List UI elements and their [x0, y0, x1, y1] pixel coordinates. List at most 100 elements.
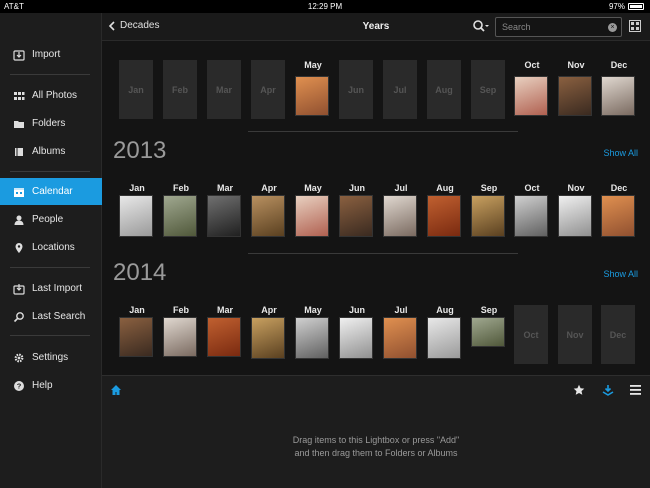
month-cell[interactable]: Mar: [207, 183, 243, 237]
month-cell[interactable]: Feb: [163, 60, 199, 119]
month-thumbnail[interactable]: [339, 195, 373, 237]
month-cell[interactable]: Oct: [514, 60, 550, 116]
sidebar-item-help[interactable]: ? Help: [0, 372, 102, 399]
month-thumbnail[interactable]: [471, 317, 505, 347]
sidebar-item-last-search[interactable]: Last Search: [0, 303, 102, 330]
month-cell[interactable]: Sep: [471, 183, 507, 237]
month-cell[interactable]: Jan: [119, 305, 155, 357]
month-cell[interactable]: Apr: [251, 60, 287, 119]
month-thumbnail[interactable]: [427, 317, 461, 359]
month-thumbnail[interactable]: [558, 76, 592, 116]
lightbox-hint-line: Drag items to this Lightbox or press "Ad…: [292, 435, 460, 445]
row-divider: [248, 131, 518, 132]
month-cell[interactable]: Nov: [558, 183, 594, 237]
month-thumbnail[interactable]: [514, 76, 548, 116]
month-cell[interactable]: Apr: [251, 183, 287, 237]
month-label: Jul: [394, 305, 408, 315]
empty-month-placeholder: Nov: [558, 305, 592, 364]
sidebar-item-label: Locations: [32, 242, 75, 253]
month-thumbnail[interactable]: [251, 317, 285, 359]
month-thumbnail[interactable]: [471, 195, 505, 237]
month-cell[interactable]: Jul: [383, 183, 419, 237]
month-thumbnail[interactable]: [427, 195, 461, 237]
month-cell[interactable]: Jan: [119, 183, 155, 237]
download-icon[interactable]: [602, 384, 614, 396]
month-label: Dec: [610, 183, 628, 193]
month-cell[interactable]: Jan: [119, 60, 155, 119]
month-thumbnail[interactable]: [339, 317, 373, 359]
month-cell[interactable]: Feb: [163, 183, 199, 237]
month-cell[interactable]: Oct: [514, 305, 550, 364]
month-cell[interactable]: Jun: [339, 305, 375, 359]
month-thumbnail[interactable]: [207, 195, 241, 237]
show-all-link[interactable]: Show All: [603, 148, 638, 158]
month-label: Jan: [129, 183, 145, 193]
show-all-link[interactable]: Show All: [603, 269, 638, 279]
month-label: Sep: [480, 305, 498, 315]
menu-icon[interactable]: [630, 385, 641, 395]
month-cell[interactable]: Jun: [339, 183, 375, 237]
month-cell[interactable]: May: [295, 60, 331, 116]
month-cell[interactable]: Feb: [163, 305, 199, 357]
month-thumbnail[interactable]: [295, 317, 329, 359]
month-thumbnail[interactable]: [163, 195, 197, 237]
month-cell[interactable]: Jul: [383, 60, 419, 119]
sidebar-item-albums[interactable]: Albums: [0, 138, 102, 165]
month-thumbnail[interactable]: [295, 76, 329, 116]
month-cell[interactable]: Nov: [558, 60, 594, 116]
back-to-decades-button[interactable]: Decades: [108, 20, 159, 31]
month-thumbnail[interactable]: [207, 317, 241, 357]
sidebar-item-label: All Photos: [32, 90, 78, 101]
month-label: May: [304, 183, 322, 193]
month-cell[interactable]: Nov: [558, 305, 594, 364]
month-thumbnail[interactable]: [558, 195, 592, 237]
month-cell[interactable]: Aug: [427, 305, 463, 359]
search-options-icon[interactable]: [472, 19, 490, 33]
lightbox-hint-line: and then drag them to Folders or Albums: [294, 448, 458, 458]
grid-view-icon[interactable]: [629, 20, 641, 32]
month-thumbnail[interactable]: [601, 195, 635, 237]
grid-icon: [12, 89, 25, 102]
sidebar-item-folders[interactable]: Folders: [0, 110, 102, 137]
month-thumbnail[interactable]: [295, 195, 329, 237]
month-cell[interactable]: Aug: [427, 60, 463, 119]
month-thumbnail[interactable]: [514, 195, 548, 237]
home-icon[interactable]: [110, 384, 122, 396]
month-label: Apr: [261, 305, 277, 315]
month-cell[interactable]: Dec: [601, 183, 637, 237]
month-cell[interactable]: Dec: [601, 305, 637, 364]
month-cell[interactable]: Jul: [383, 305, 419, 359]
month-thumbnail[interactable]: [383, 195, 417, 237]
sidebar-item-settings[interactable]: Settings: [0, 344, 102, 371]
month-cell[interactable]: May: [295, 183, 331, 237]
sidebar-item-locations[interactable]: Locations: [0, 234, 102, 261]
month-cell[interactable]: May: [295, 305, 331, 359]
clear-search-icon[interactable]: ×: [608, 23, 617, 32]
month-cell[interactable]: Apr: [251, 305, 287, 359]
month-cell[interactable]: Dec: [601, 60, 637, 116]
import-icon: [12, 48, 25, 61]
month-cell[interactable]: Sep: [471, 305, 507, 347]
sidebar-item-import[interactable]: Import: [0, 41, 102, 68]
month-label: Jul: [394, 183, 408, 193]
month-cell[interactable]: Sep: [471, 60, 507, 119]
star-icon[interactable]: [573, 384, 585, 396]
month-cell[interactable]: Mar: [207, 305, 243, 357]
sidebar-item-last-import[interactable]: Last Import: [0, 275, 102, 302]
month-thumbnail[interactable]: [119, 195, 153, 237]
month-cell[interactable]: Jun: [339, 60, 375, 119]
month-cell[interactable]: Mar: [207, 60, 243, 119]
month-thumbnail[interactable]: [251, 195, 285, 237]
sidebar-item-all-photos[interactable]: All Photos: [0, 82, 102, 109]
month-cell[interactable]: Aug: [427, 183, 463, 237]
search-input[interactable]: Search ×: [495, 17, 622, 37]
month-thumbnail[interactable]: [601, 76, 635, 116]
month-thumbnail[interactable]: [163, 317, 197, 357]
month-cell[interactable]: Oct: [514, 183, 550, 237]
empty-month-placeholder: Oct: [514, 305, 548, 364]
sidebar-item-people[interactable]: People: [0, 206, 102, 233]
sidebar-item-calendar[interactable]: Calendar: [0, 178, 102, 205]
lightbox-hint: Drag items to this Lightbox or press "Ad…: [102, 434, 650, 460]
month-thumbnail[interactable]: [119, 317, 153, 357]
month-thumbnail[interactable]: [383, 317, 417, 359]
